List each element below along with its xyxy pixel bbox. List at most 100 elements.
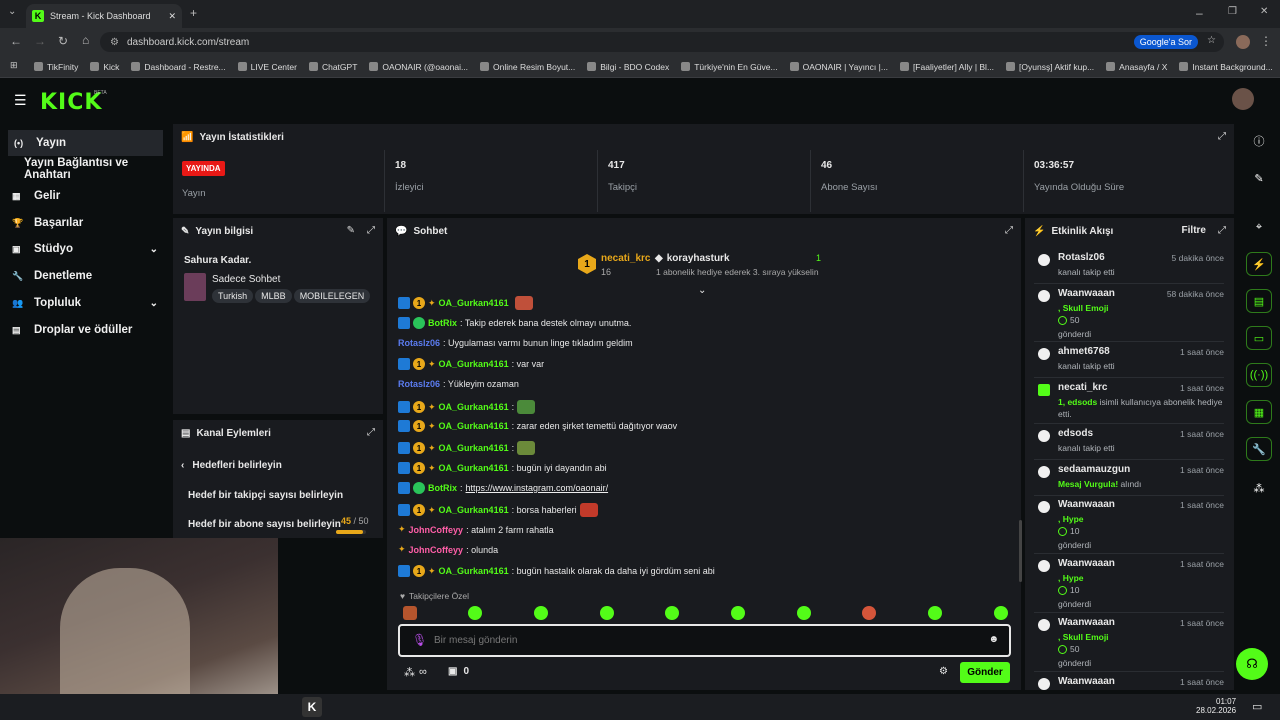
browser-tab[interactable]: K Stream - Kick Dashboard ✕ <box>26 4 182 28</box>
chat-username[interactable]: OA_Gurkan4161 <box>439 566 509 576</box>
sidebar-item-1[interactable]: Yayın Bağlantısı ve Anahtarı <box>0 156 172 182</box>
apps-icon[interactable]: ⊞ <box>10 60 18 71</box>
edit-icon[interactable]: ✎ <box>347 225 355 236</box>
bookmark-item[interactable]: Online Resim Boyut... <box>480 62 575 72</box>
sidebar-item-5[interactable]: 🔧 Denetleme <box>0 263 172 289</box>
notification-icon[interactable]: ▭ <box>1252 700 1262 713</box>
bookmark-item[interactable]: [Oyunsş] Aktif kup... <box>1006 62 1094 72</box>
quick-emote[interactable] <box>600 606 614 620</box>
new-tab-icon[interactable]: + <box>190 6 197 20</box>
home-icon[interactable]: ⌂ <box>82 33 89 47</box>
activity-username[interactable]: Waanwaaan <box>1058 499 1115 510</box>
filter-button[interactable]: Filtre <box>1182 225 1206 236</box>
quick-emote[interactable] <box>862 606 876 620</box>
quick-emote[interactable] <box>665 606 679 620</box>
points-icon[interactable]: ⁂ <box>1246 476 1272 500</box>
chat-input[interactable]: 🎙 Bir mesaj gönderin ☻ <box>398 624 1011 657</box>
expand-icon[interactable]: ⤢ <box>1218 225 1226 236</box>
activity-item[interactable]: Waanwaaan 1 saat önce , Skull Emoji 50 gönde… <box>1034 615 1224 672</box>
chat-username[interactable]: OA_Gurkan4161 <box>439 443 509 453</box>
kick-taskbar-icon[interactable]: K <box>302 697 322 717</box>
reload-icon[interactable]: ↻ <box>58 34 68 48</box>
bookmark-item[interactable]: Anasayfa / X <box>1106 62 1167 72</box>
collapse-pinned-icon[interactable]: ⌄ <box>698 285 706 296</box>
bookmark-item[interactable]: Instant Background... <box>1179 62 1273 72</box>
target-icon[interactable]: ⌖ <box>1246 215 1272 239</box>
bookmark-item[interactable]: [Faaliyetler] Ally | Bl... <box>899 62 994 72</box>
quick-emote[interactable] <box>928 606 942 620</box>
chat-scrollbar[interactable] <box>1019 520 1022 582</box>
activity-item[interactable]: ahmet6768 1 saat önce kanalı takip etti <box>1034 344 1224 378</box>
mic-icon[interactable]: 🎙 <box>412 633 427 647</box>
activity-username[interactable]: Waanwaaan <box>1058 676 1115 687</box>
follower-goal-button[interactable]: Hedef bir takipçi sayısı belirleyin <box>188 490 343 501</box>
activity-item[interactable]: Waanwaaan 58 dakika önce , Skull Emoji 50 gö… <box>1034 286 1224 342</box>
document-icon[interactable]: ▤ <box>1246 289 1272 313</box>
channel-points[interactable]: ⁂ ∞ <box>404 666 427 679</box>
stream-tag[interactable]: MOBILELEGEN <box>293 289 371 303</box>
chat-icon[interactable]: ▭ <box>1246 326 1272 350</box>
menu-icon[interactable]: ⋮ <box>1260 34 1272 48</box>
clock[interactable]: 01:07 28.02.2026 <box>1196 697 1236 715</box>
bookmark-item[interactable]: Türkiye'nin En Güve... <box>681 62 778 72</box>
sidebar-item-7[interactable]: ▤ Droplar ve ödüller <box>0 317 172 343</box>
bookmark-item[interactable]: OAONAIR | Yayıncı |... <box>789 62 888 72</box>
chat-username[interactable]: BotRix <box>428 483 457 493</box>
chat-username[interactable]: Rotaslz06 <box>398 379 440 389</box>
chat-username[interactable]: OA_Gurkan4161 <box>439 421 509 431</box>
quick-emote[interactable] <box>468 606 482 620</box>
forward-icon[interactable]: → <box>34 34 46 48</box>
wrench-icon[interactable]: 🔧 <box>1246 437 1272 461</box>
activity-item[interactable]: Rotaslz06 5 dakika önce kanalı takip etti <box>1034 250 1224 284</box>
chat-username[interactable]: OA_Gurkan4161 <box>439 463 509 473</box>
bolt-icon[interactable]: ⚡ <box>1246 252 1272 276</box>
sidebar-item-4[interactable]: ▣ Stüdyo ⌄ <box>0 236 172 262</box>
chat-username[interactable]: JohnCoffeyy <box>409 525 464 535</box>
activity-username[interactable]: Rotaslz06 <box>1058 252 1105 263</box>
chevron-down-icon[interactable]: ⌄ <box>150 244 158 255</box>
chat-link[interactable]: https://www.instagram.com/oaonair/ <box>466 483 609 493</box>
minimize-icon[interactable]: – <box>1196 6 1203 20</box>
chat-username[interactable]: JohnCoffeyy <box>409 545 464 555</box>
bookmark-item[interactable]: Bilgi - BDO Codex <box>587 62 669 72</box>
chat-username[interactable]: OA_Gurkan4161 <box>439 505 509 515</box>
close-window-icon[interactable]: ✕ <box>1260 6 1268 17</box>
activity-username[interactable]: ahmet6768 <box>1058 346 1110 357</box>
activity-item[interactable]: Waanwaaan 1 saat önce <box>1034 674 1224 694</box>
chat-username[interactable]: BotRix <box>428 318 457 328</box>
help-headset-icon[interactable]: ☊ <box>1236 648 1268 680</box>
close-tab-icon[interactable]: ✕ <box>168 11 176 22</box>
sidebar-item-3[interactable]: 🏆 Başarılar <box>0 210 172 236</box>
activity-item[interactable]: Waanwaaan 1 saat önce , Hype 10 gönderdi <box>1034 497 1224 554</box>
activity-username[interactable]: edsods <box>1058 428 1093 439</box>
storage-icon[interactable]: ▦ <box>1246 400 1272 424</box>
sidebar-item-2[interactable]: ▦ Gelir <box>0 183 172 209</box>
quick-emote[interactable] <box>731 606 745 620</box>
activity-username[interactable]: sedaamauzgun <box>1058 464 1130 475</box>
expand-icon[interactable]: ⤢ <box>1218 131 1226 142</box>
chevron-down-icon[interactable]: ⌄ <box>150 298 158 309</box>
activity-item[interactable]: necati_krc 1 saat önce 1, edsods isimli ku… <box>1034 380 1224 424</box>
activity-username[interactable]: Waanwaaan <box>1058 558 1115 569</box>
tab-list-icon[interactable]: ⌄ <box>8 6 16 17</box>
chest-counter[interactable]: ▣ 0 <box>448 666 469 677</box>
broadcast-icon[interactable]: ((·)) <box>1246 363 1272 387</box>
emoji-icon[interactable]: ☻ <box>988 634 999 645</box>
quick-emote[interactable] <box>797 606 811 620</box>
quick-emote[interactable] <box>534 606 548 620</box>
quick-emote[interactable] <box>403 606 417 620</box>
info-icon[interactable]: ⓘ <box>1246 129 1272 153</box>
chat-username[interactable]: OA_Gurkan4161 <box>439 298 509 308</box>
stream-tag[interactable]: Turkish <box>212 289 254 303</box>
restore-icon[interactable]: ❐ <box>1228 6 1237 17</box>
activity-item[interactable]: Waanwaaan 1 saat önce , Hype 10 gönderdi <box>1034 556 1224 613</box>
bookmark-item[interactable]: TikFinity <box>34 62 78 72</box>
bookmark-item[interactable]: Dashboard - Restre... <box>131 62 226 72</box>
activity-username[interactable]: necati_krc <box>1058 382 1107 393</box>
url-field[interactable]: ⚙ dashboard.kick.com/stream Google'a Sor… <box>100 32 1224 52</box>
stream-tag[interactable]: MLBB <box>255 289 292 303</box>
bookmark-item[interactable]: OAONAIR (@oaonai... <box>369 62 468 72</box>
expand-icon[interactable]: ⤢ <box>367 225 375 236</box>
bookmark-item[interactable]: Kick <box>90 62 119 72</box>
expand-icon[interactable]: ⤢ <box>1005 225 1013 236</box>
